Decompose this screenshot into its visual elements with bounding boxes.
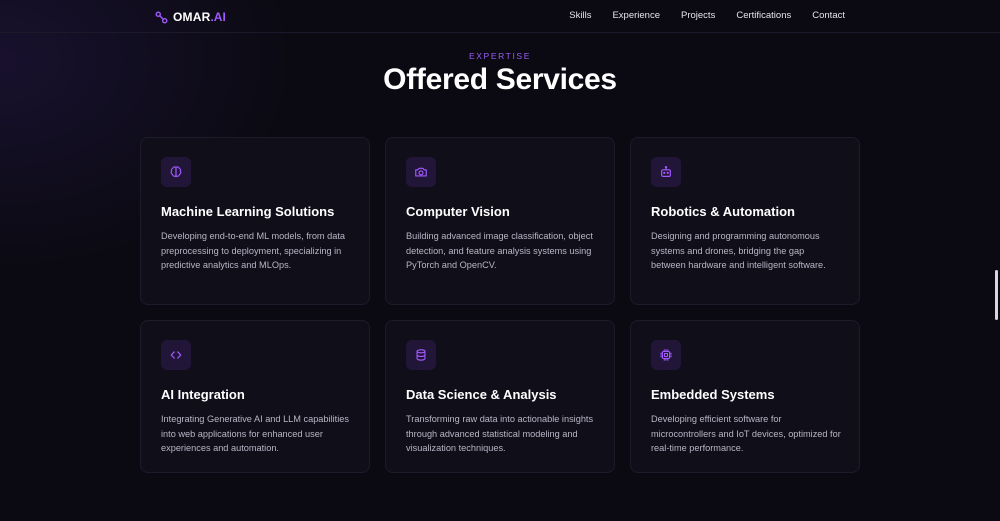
service-icon-box	[161, 157, 191, 187]
nav-link-certifications[interactable]: Certifications	[736, 10, 791, 21]
service-description: Developing end-to-end ML models, from da…	[161, 231, 346, 270]
service-icon-box	[406, 157, 436, 187]
service-title: AI Integration	[161, 387, 245, 402]
service-card-robotics[interactable]: Robotics & Automation Designing and prog…	[630, 137, 860, 305]
brain-icon	[170, 166, 182, 178]
service-card-embedded-systems[interactable]: Embedded Systems Developing efficient so…	[630, 320, 860, 473]
services-grid: Machine Learning Solutions Developing en…	[140, 137, 860, 473]
service-card-computer-vision[interactable]: Computer Vision Building advanced image …	[385, 137, 615, 305]
service-title: Embedded Systems	[651, 387, 775, 402]
nav-link-skills[interactable]: Skills	[569, 10, 591, 21]
nav-link-projects[interactable]: Projects	[681, 10, 715, 21]
brand-accent: .AI	[210, 10, 226, 24]
service-title: Data Science & Analysis	[406, 387, 557, 402]
service-title: Computer Vision	[406, 204, 510, 219]
brand-link-icon	[155, 11, 168, 23]
service-description: Designing and programming autonomous sys…	[651, 231, 826, 270]
code-icon	[170, 351, 182, 359]
robot-icon	[661, 166, 671, 177]
section-title: Offered Services	[383, 63, 617, 96]
service-description: Transforming raw data into actionable in…	[406, 414, 594, 453]
top-navbar: OMAR.AI Skills Experience Projects Certi…	[0, 0, 1000, 33]
camera-icon	[415, 167, 427, 177]
section-eyebrow: EXPERTISE	[469, 51, 531, 61]
service-description: Developing efficient software for microc…	[651, 414, 841, 453]
service-icon-box	[651, 157, 681, 187]
nav-link-experience[interactable]: Experience	[612, 10, 660, 21]
service-description: Integrating Generative AI and LLM capabi…	[161, 414, 349, 453]
service-description: Building advanced image classification, …	[406, 231, 593, 270]
brand-logo[interactable]: OMAR.AI	[155, 8, 226, 26]
service-icon-box	[161, 340, 191, 370]
brand-name: OMAR	[173, 10, 211, 24]
service-icon-box	[406, 340, 436, 370]
service-title: Robotics & Automation	[651, 204, 795, 219]
database-icon	[416, 349, 426, 361]
service-card-data-science[interactable]: Data Science & Analysis Transforming raw…	[385, 320, 615, 473]
nav-links: Skills Experience Projects Certification…	[569, 10, 845, 21]
service-icon-box	[651, 340, 681, 370]
cpu-chip-icon	[660, 349, 672, 361]
service-card-machine-learning[interactable]: Machine Learning Solutions Developing en…	[140, 137, 370, 305]
service-card-ai-integration[interactable]: AI Integration Integrating Generative AI…	[140, 320, 370, 473]
page-scrollbar-thumb[interactable]	[995, 270, 998, 320]
service-title: Machine Learning Solutions	[161, 204, 335, 219]
nav-link-contact[interactable]: Contact	[812, 10, 845, 21]
